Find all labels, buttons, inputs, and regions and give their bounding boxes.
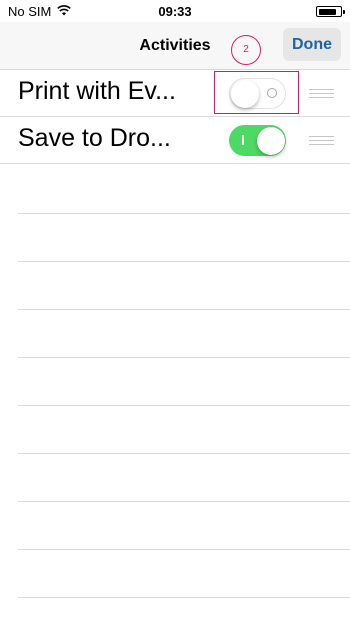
empty-row: [18, 214, 350, 262]
activity-row-print: Print with Ev...: [0, 70, 350, 117]
toggle-on-indicator: [242, 135, 244, 145]
empty-row: [18, 406, 350, 454]
empty-row: [18, 550, 350, 598]
annotation-step-marker: 2: [231, 35, 261, 65]
empty-row: [18, 454, 350, 502]
activity-label: Save to Dro...: [18, 124, 171, 152]
status-time: 09:33: [158, 4, 192, 19]
empty-list-rows: [18, 166, 350, 598]
reorder-handle-icon[interactable]: [309, 136, 334, 145]
empty-row: [18, 166, 350, 214]
toggle-knob: [256, 126, 285, 155]
nav-bar: Activities 2 Done: [0, 22, 350, 70]
save-toggle[interactable]: [229, 125, 286, 156]
activity-list: Print with Ev... Save to Dro...: [0, 70, 350, 164]
activity-label: Print with Ev...: [18, 77, 176, 105]
annotation-highlight-box: [214, 71, 299, 114]
empty-row: [18, 502, 350, 550]
activity-row-save: Save to Dro...: [0, 117, 350, 164]
status-bar: No SIM 09:33: [0, 0, 350, 22]
empty-row: [18, 262, 350, 310]
empty-row: [18, 358, 350, 406]
done-button[interactable]: Done: [283, 28, 341, 61]
reorder-handle-icon[interactable]: [309, 89, 334, 98]
battery-icon: [316, 6, 345, 17]
battery-level: [318, 8, 337, 15]
empty-row: [18, 310, 350, 358]
